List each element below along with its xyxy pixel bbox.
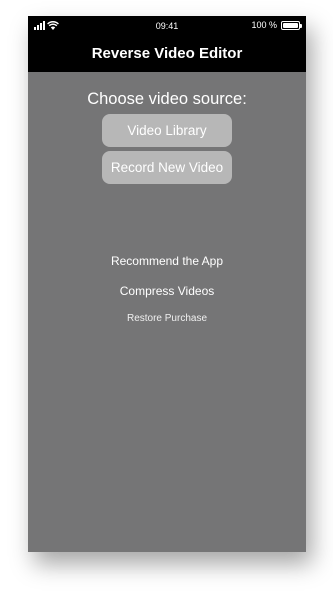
nav-title: Reverse Video Editor bbox=[91, 44, 243, 62]
compress-videos-link[interactable]: Compress Videos bbox=[28, 284, 306, 298]
navigation-bar: Reverse Video Editor bbox=[28, 36, 306, 72]
battery-icon bbox=[281, 20, 302, 30]
source-heading: Choose video source: bbox=[87, 90, 247, 108]
battery-percentage: 100 % bbox=[251, 20, 277, 30]
recommend-app-link[interactable]: Recommend the App bbox=[28, 254, 306, 268]
status-right: 100 % bbox=[251, 20, 302, 30]
status-bar: 09:41 100 % bbox=[28, 16, 306, 36]
restore-purchase-link[interactable]: Restore Purchase bbox=[28, 313, 306, 324]
battery-fill bbox=[283, 22, 298, 28]
video-library-button[interactable]: Video Library bbox=[102, 114, 232, 147]
page: 09:41 100 % Reverse Video Editor Choose … bbox=[0, 0, 333, 592]
record-new-video-button[interactable]: Record New Video bbox=[102, 151, 232, 184]
app-screen: 09:41 100 % Reverse Video Editor Choose … bbox=[28, 16, 306, 552]
